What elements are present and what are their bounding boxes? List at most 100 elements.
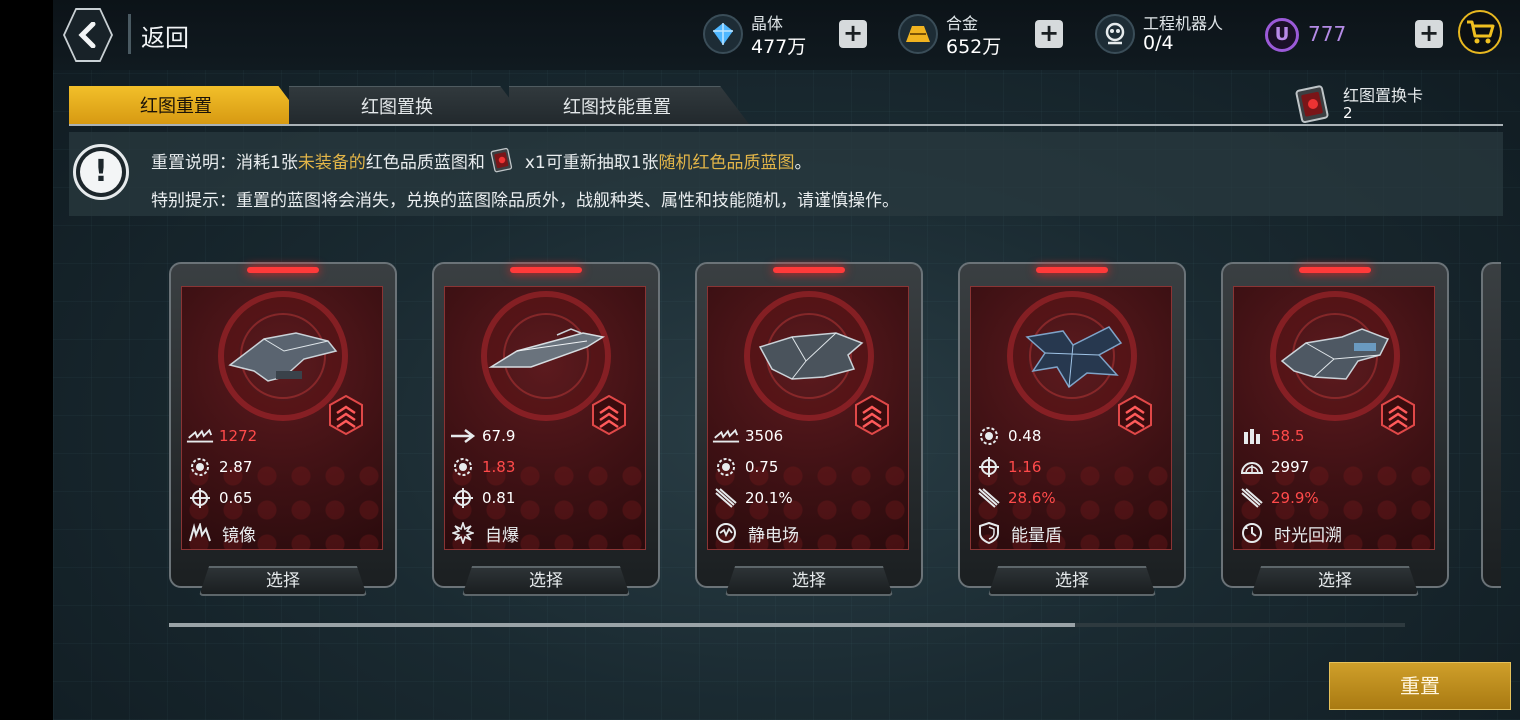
stat-row: 0.75 <box>712 454 778 480</box>
exclamation-icon: ! <box>73 144 129 200</box>
ship-image <box>1276 321 1396 391</box>
stat-value: 0.81 <box>482 489 516 507</box>
speed-arrow-icon <box>449 425 477 447</box>
stat-row: 58.5 <box>1238 423 1304 449</box>
select-button[interactable]: 选择 <box>199 566 367 596</box>
cart-icon <box>1467 20 1495 44</box>
add-alloy-button[interactable]: + <box>1035 20 1063 48</box>
firepower-icon <box>186 425 214 447</box>
gear-icon <box>975 425 1003 447</box>
add-premium-button[interactable]: + <box>1415 20 1443 48</box>
skill-label: 能量盾 <box>1011 525 1062 546</box>
static-field-icon <box>712 522 740 544</box>
top-bar: 返回 晶体 477万 + 合金 652万 + 工程机器人 0/4 U 777 + <box>53 0 1520 70</box>
select-button[interactable]: 选择 <box>462 566 630 596</box>
stat-row: 0.65 <box>186 485 252 511</box>
swap-card-count: 2 <box>1343 104 1353 122</box>
alloy-value: 652万 <box>946 36 1002 58</box>
card-panel: 3506 0.75 20.1% 静电场 <box>707 286 909 550</box>
ship-image <box>750 321 870 391</box>
select-button[interactable]: 选择 <box>988 566 1156 596</box>
select-button[interactable]: 选择 <box>725 566 893 596</box>
stat-row: 1272 <box>186 423 257 449</box>
stat-value: 67.9 <box>482 427 516 445</box>
stat-row: 28.6% <box>975 485 1056 511</box>
swap-card-icon <box>490 147 512 173</box>
blueprint-card[interactable]: 58.5 2997 29.9% 时光回溯选择 <box>1221 262 1449 596</box>
card-top-light <box>1036 267 1108 273</box>
skill-row: 镜像 <box>186 519 256 547</box>
tab-underline <box>69 124 1503 126</box>
blueprint-card[interactable]: 3506 0.75 20.1% 静电场选择 <box>695 262 923 596</box>
radar-icon <box>1238 456 1266 478</box>
reset-button[interactable]: 重置 <box>1329 662 1511 710</box>
scroll-thumb[interactable] <box>169 623 1075 627</box>
header-divider <box>128 14 131 54</box>
stat-value: 1272 <box>219 427 258 445</box>
rank-chevron-icon <box>854 394 890 436</box>
stat-row: 0.48 <box>975 423 1041 449</box>
stat-row: 2997 <box>1238 454 1309 480</box>
card-panel: 58.5 2997 29.9% 时光回溯 <box>1233 286 1435 550</box>
tab-red-swap[interactable]: 红图置换 <box>289 86 529 124</box>
swap-card-label: 红图置换卡 <box>1343 86 1424 105</box>
crystal-label: 晶体 <box>751 14 784 33</box>
skill-row: 自爆 <box>449 519 519 547</box>
blueprint-card[interactable]: 0.48 1.16 28.6% 能量盾选择 <box>958 262 1186 596</box>
stat-row: 67.9 <box>449 423 515 449</box>
alloy-label: 合金 <box>946 14 979 33</box>
back-arrow-icon <box>78 22 96 48</box>
stat-row: 3506 <box>712 423 783 449</box>
rank-chevron-icon <box>328 394 364 436</box>
ship-image <box>224 321 344 391</box>
crosshair-icon <box>186 487 214 509</box>
select-button[interactable]: 选择 <box>1251 566 1419 596</box>
rank-chevron-icon <box>591 394 627 436</box>
skill-row: 时光回溯 <box>1238 519 1342 547</box>
skill-row: 能量盾 <box>975 519 1062 547</box>
blueprint-card[interactable]: 1272 2.87 0.65 镜像选择 <box>169 262 397 596</box>
stat-row: 1.16 <box>975 454 1041 480</box>
shop-cart-button[interactable] <box>1458 10 1502 54</box>
stat-row: 0.81 <box>449 485 515 511</box>
back-button[interactable] <box>63 8 113 62</box>
skill-row: 静电场 <box>712 519 799 547</box>
tab-red-reset[interactable]: 红图重置 <box>69 86 307 124</box>
next-card-edge <box>1481 262 1501 588</box>
crosshair-icon <box>975 456 1003 478</box>
stat-row: 29.9% <box>1238 485 1319 511</box>
stat-value: 58.5 <box>1271 427 1305 445</box>
card-top-light <box>510 267 582 273</box>
blueprint-card[interactable]: 67.9 1.83 0.81 自爆选择 <box>432 262 660 596</box>
alloy-icon <box>898 14 938 54</box>
time-rewind-icon <box>1238 522 1266 544</box>
premium-currency-value: 777 <box>1308 22 1347 46</box>
skill-label: 静电场 <box>748 525 799 546</box>
stat-value: 29.9% <box>1271 489 1319 507</box>
card-top-light <box>773 267 845 273</box>
stat-row: 2.87 <box>186 454 252 480</box>
stat-value: 1.83 <box>482 458 516 476</box>
robot-label: 工程机器人 <box>1143 14 1224 33</box>
missile-icon <box>712 487 740 509</box>
stat-row: 1.83 <box>449 454 515 480</box>
shield-icon <box>975 522 1003 544</box>
firepower-icon <box>712 425 740 447</box>
stat-value: 1.16 <box>1008 458 1042 476</box>
gear-icon <box>712 456 740 478</box>
missile-icon <box>1238 487 1266 509</box>
back-label[interactable]: 返回 <box>141 18 189 53</box>
card-top-light <box>247 267 319 273</box>
rank-chevron-icon <box>1117 394 1153 436</box>
add-crystal-button[interactable]: + <box>839 20 867 48</box>
missile-icon <box>975 487 1003 509</box>
stat-value: 20.1% <box>745 489 793 507</box>
stat-value: 0.48 <box>1008 427 1042 445</box>
premium-currency-icon: U <box>1265 18 1299 52</box>
stat-value: 2997 <box>1271 458 1310 476</box>
info-line-1: 重置说明：消耗1张未装备的红色品质蓝图和 x1可重新抽取1张随机红色品质蓝图。 <box>151 147 812 176</box>
tab-red-skill-reset[interactable]: 红图技能重置 <box>509 86 749 124</box>
crystal-value: 477万 <box>751 36 807 58</box>
explosion-icon <box>449 522 477 544</box>
card-top-light <box>1299 267 1371 273</box>
